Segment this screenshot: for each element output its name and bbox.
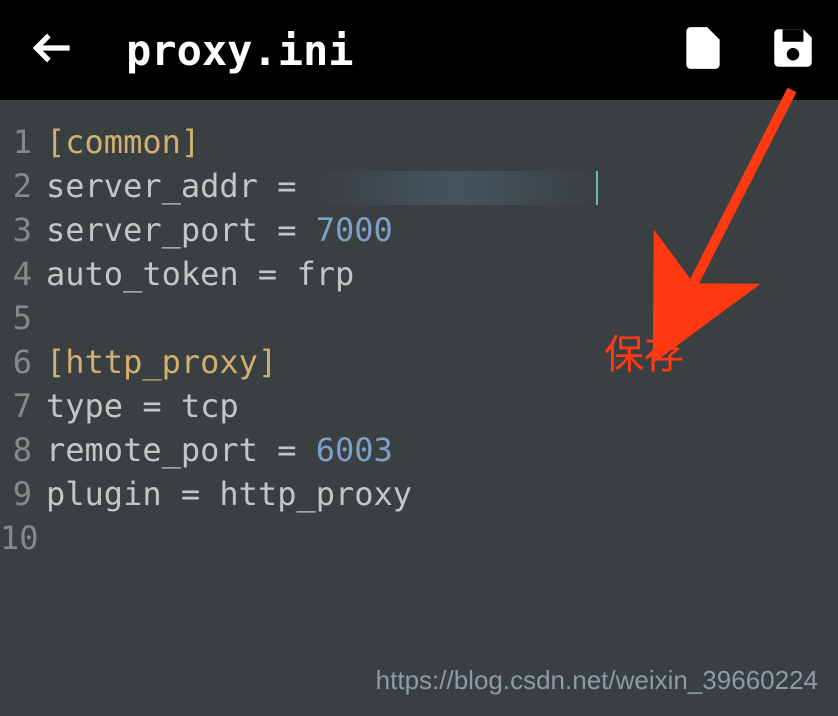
line-number: 9 [0,472,32,516]
line-number: 7 [0,384,32,428]
line-number: 6 [0,340,32,384]
line-number: 1 [0,120,32,164]
code-line[interactable]: auto_token = frp [46,252,838,296]
token-eq: = [258,431,316,469]
token-eq: = [162,475,220,513]
code-line[interactable]: remote_port = 6003 [46,428,838,472]
save-button[interactable] [768,23,818,77]
line-number: 5 [0,296,32,340]
arrow-left-icon [28,23,78,73]
line-number: 3 [0,208,32,252]
header: proxy.ini [0,0,838,100]
token-eq: = [123,387,181,425]
line-number: 10 [0,516,32,560]
save-icon [768,23,818,73]
line-number: 8 [0,428,32,472]
token-key: server_port [46,211,258,249]
file-icon [678,23,728,73]
token-key: auto_token [46,255,239,293]
line-number: 2 [0,164,32,208]
code-line[interactable] [46,296,838,340]
watermark: https://blog.csdn.net/weixin_39660224 [376,665,818,696]
line-number: 4 [0,252,32,296]
code-line[interactable]: type = tcp [46,384,838,428]
token-key: plugin [46,475,162,513]
code-line[interactable] [46,516,838,560]
token-section: [http_proxy] [46,343,277,381]
token-num: 6003 [316,431,393,469]
code-line[interactable]: [common] [46,120,838,164]
code-line[interactable]: plugin = http_proxy [46,472,838,516]
token-section: [common] [46,123,200,161]
code-editor[interactable]: 12345678910 [common]server_addr = server… [0,100,838,716]
token-eq: = [239,255,297,293]
token-num: 7000 [316,211,393,249]
token-val: frp [296,255,354,293]
line-number-gutter: 12345678910 [0,100,40,716]
token-eq: = [258,211,316,249]
token-val: http_proxy [219,475,412,513]
file-title: proxy.ini [126,26,678,75]
token-eq: = [258,167,316,205]
code-line[interactable]: server_port = 7000 [46,208,838,252]
code-line[interactable]: server_addr = [46,164,838,208]
back-button[interactable] [20,15,86,85]
new-file-button[interactable] [678,23,728,77]
code-line[interactable]: [http_proxy] [46,340,838,384]
redacted-value [316,171,596,205]
token-key: server_addr [46,167,258,205]
token-val: tcp [181,387,239,425]
token-key: type [46,387,123,425]
token-key: remote_port [46,431,258,469]
code-area[interactable]: [common]server_addr = server_port = 7000… [40,100,838,716]
